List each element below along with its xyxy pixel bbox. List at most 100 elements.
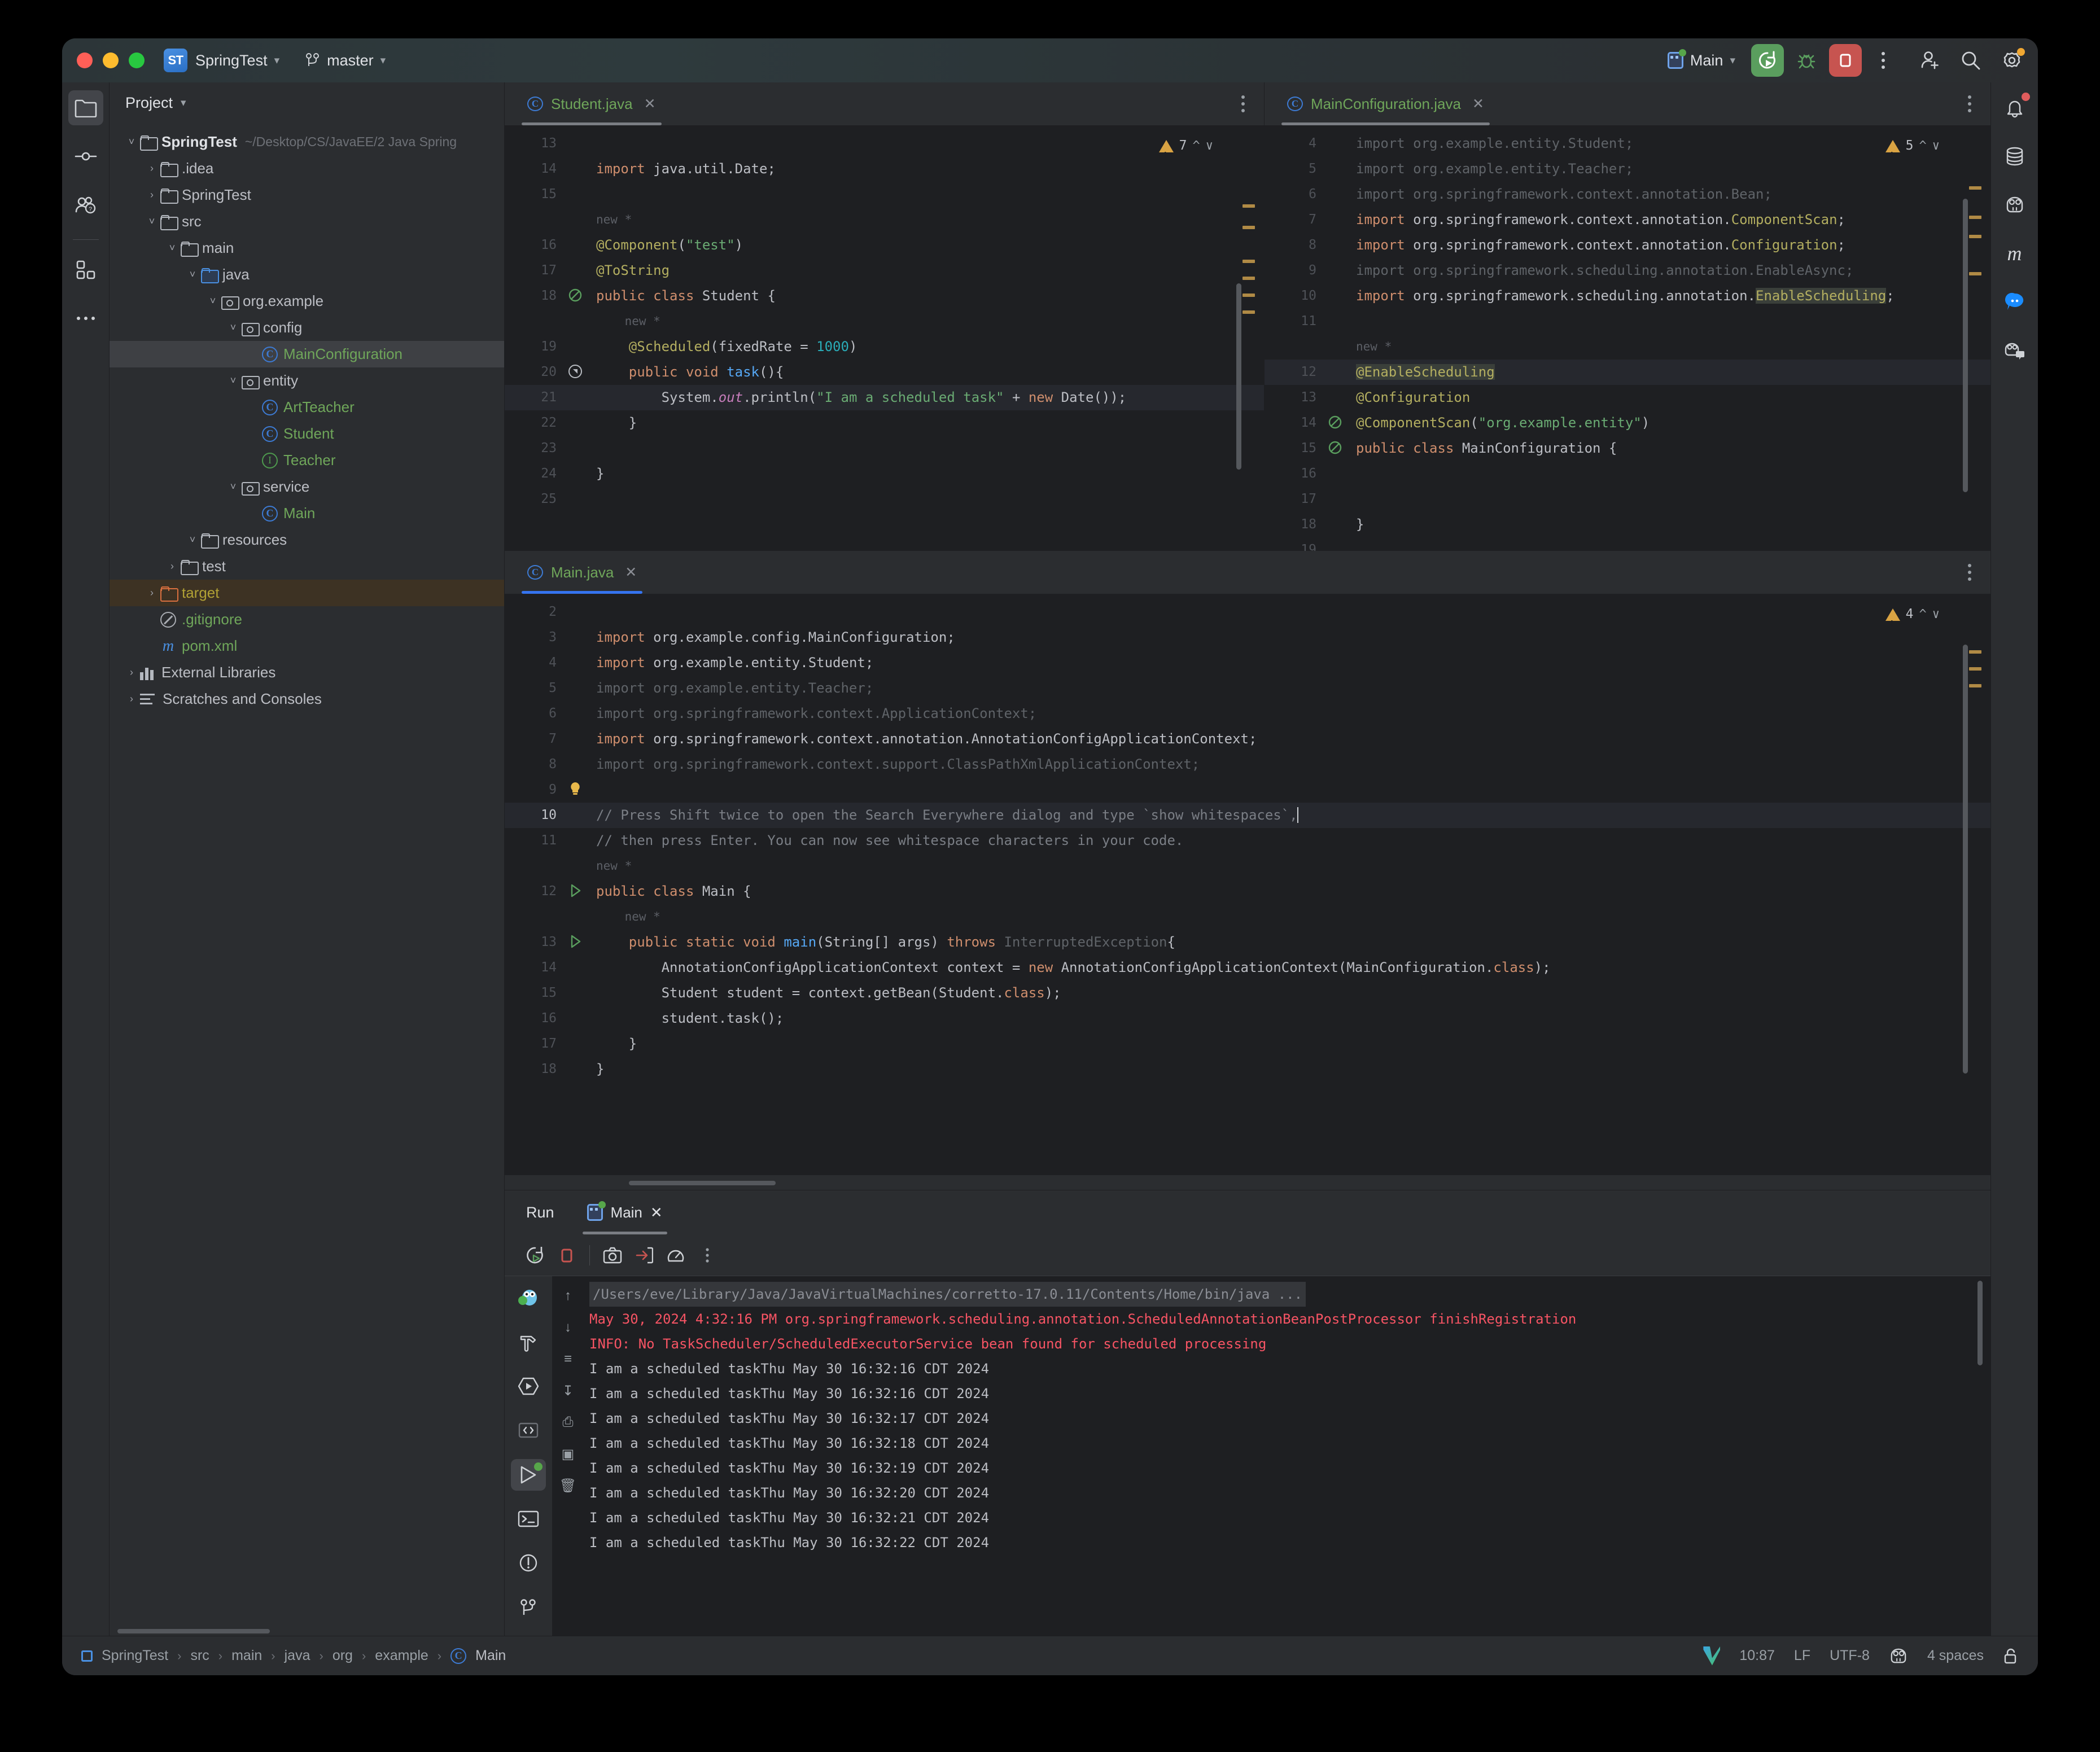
file-encoding[interactable]: UTF-8 — [1830, 1648, 1870, 1664]
editor-options-icon[interactable] — [1968, 564, 1971, 581]
close-icon[interactable]: ✕ — [644, 95, 656, 112]
editor-options-icon[interactable] — [1968, 95, 1971, 112]
terminal-icon[interactable] — [511, 1503, 546, 1535]
expand-arrow-icon[interactable]: ˅ — [143, 216, 160, 227]
intention-bulb-icon[interactable] — [569, 782, 581, 796]
tree-node-main[interactable]: CMain — [110, 500, 504, 527]
breadcrumb-item[interactable]: java — [285, 1648, 310, 1664]
tree-node--idea[interactable]: ›.idea — [110, 155, 504, 182]
breadcrumb-item[interactable]: example — [375, 1648, 428, 1664]
plugins-icon[interactable] — [68, 252, 103, 287]
breadcrumb-item[interactable]: src — [190, 1648, 209, 1664]
stop-icon[interactable] — [551, 1239, 583, 1271]
tree-node-springtest[interactable]: ˅SpringTest~/Desktop/CS/JavaEE/2 Java Sp… — [110, 129, 504, 155]
commit-icon[interactable] — [68, 139, 103, 174]
close-icon[interactable]: ✕ — [650, 1204, 663, 1221]
breadcrumb-item[interactable]: main — [231, 1648, 262, 1664]
expand-arrow-icon[interactable]: › — [123, 667, 140, 678]
version-control-icon[interactable] — [511, 1592, 546, 1623]
vcs-branch-icon[interactable] — [1703, 1646, 1720, 1666]
method-gutter-icon[interactable] — [568, 364, 583, 379]
more-tool-windows-icon[interactable] — [68, 301, 103, 336]
more-actions-icon[interactable] — [1872, 52, 1895, 69]
tree-node-pom-xml[interactable]: mpom.xml — [110, 633, 504, 659]
bean-gutter-icon[interactable] — [1328, 415, 1342, 430]
editor-horizontal-scrollbar[interactable] — [629, 1181, 776, 1185]
expand-arrow-icon[interactable]: ˅ — [225, 481, 242, 493]
lock-icon[interactable] — [2003, 1648, 2019, 1665]
bean-gutter-icon[interactable] — [568, 288, 583, 303]
clear-all-icon[interactable]: ▣ — [557, 1443, 579, 1465]
more-vertical-icon[interactable] — [692, 1239, 723, 1271]
chat-bubble-icon[interactable] — [1997, 284, 2032, 319]
code-with-me-icon[interactable] — [1997, 333, 2032, 368]
maximize-window-button[interactable] — [129, 52, 145, 68]
close-icon[interactable]: ✕ — [625, 564, 637, 581]
expand-arrow-icon[interactable] — [245, 348, 262, 360]
tree-node-service[interactable]: ˅service — [110, 474, 504, 500]
tab-mainconfiguration-java[interactable]: C MainConfiguration.java ✕ — [1275, 82, 1497, 125]
tree-node-springtest[interactable]: ›SpringTest — [110, 182, 504, 208]
expand-arrow-icon[interactable]: ˅ — [225, 375, 242, 387]
inspection-widget-main[interactable]: 4 ^ ∨ — [1885, 602, 1940, 627]
next-problem-icon[interactable]: ∨ — [1932, 133, 1940, 159]
previous-problem-icon[interactable]: ^ — [1919, 602, 1927, 627]
scroll-to-end-icon[interactable]: ↧ — [557, 1380, 579, 1401]
print-icon[interactable]: ⎙ — [557, 1412, 579, 1433]
build-hammer-icon[interactable] — [511, 1326, 546, 1357]
run-configuration-selector[interactable]: Main ▾ — [1661, 49, 1742, 73]
editor-scrollbar-mainconfig[interactable] — [1963, 199, 1968, 492]
tree-node-teacher[interactable]: ITeacher — [110, 447, 504, 474]
expand-arrow-icon[interactable] — [143, 640, 160, 652]
problems-icon[interactable] — [511, 1547, 546, 1579]
trash-icon[interactable]: 🗑 — [557, 1475, 579, 1496]
soft-wrap-icon[interactable]: ≡ — [557, 1348, 579, 1370]
add-user-icon[interactable] — [1919, 50, 1941, 71]
breadcrumb-item[interactable]: SpringTest — [102, 1648, 168, 1664]
close-window-button[interactable] — [77, 52, 93, 68]
scroll-down-icon[interactable]: ↓ — [557, 1317, 579, 1338]
tree-node-org-example[interactable]: ˅org.example — [110, 288, 504, 314]
expand-arrow-icon[interactable]: ˅ — [184, 269, 201, 281]
project-panel-header[interactable]: Project ▾ — [110, 82, 504, 123]
inspection-widget-student[interactable]: 7 ^ ∨ — [1159, 133, 1213, 159]
tree-node--gitignore[interactable]: .gitignore — [110, 606, 504, 633]
rerun-icon[interactable] — [519, 1239, 551, 1271]
code-editor-student[interactable]: 7 ^ ∨ 1314import java.util.Date;15new *1… — [505, 125, 1264, 551]
run-gutter-icon[interactable] — [569, 934, 583, 949]
editor-scrollbar-main[interactable] — [1963, 645, 1968, 1074]
line-separator[interactable]: LF — [1794, 1648, 1810, 1664]
project-tree[interactable]: ˅SpringTest~/Desktop/CS/JavaEE/2 Java Sp… — [110, 123, 504, 1623]
project-horizontal-scrollbar[interactable] — [117, 1629, 270, 1633]
profiler-icon[interactable] — [660, 1239, 692, 1271]
expand-arrow-icon[interactable]: › — [123, 693, 140, 705]
expand-arrow-icon[interactable]: ˅ — [184, 534, 201, 546]
tree-node-mainconfiguration[interactable]: CMainConfiguration — [110, 341, 504, 367]
run-gutter-icon[interactable] — [569, 883, 583, 898]
tree-node-src[interactable]: ˅src — [110, 208, 504, 235]
expand-arrow-icon[interactable] — [245, 401, 262, 413]
breadcrumb-item[interactable]: org — [333, 1648, 353, 1664]
expand-arrow-icon[interactable]: ˅ — [225, 322, 242, 334]
ai-assistant-icon[interactable] — [1997, 187, 2032, 222]
database-icon[interactable] — [1997, 139, 2032, 174]
project-name-selector[interactable]: SpringTest ▾ — [187, 49, 287, 73]
notifications-bell-icon[interactable] — [1997, 90, 2032, 125]
branch-selector[interactable]: master ▾ — [298, 49, 393, 73]
expand-arrow-icon[interactable]: › — [164, 560, 181, 572]
run-tab-main[interactable]: Main ✕ — [577, 1190, 673, 1234]
tree-node-test[interactable]: ›test — [110, 553, 504, 580]
next-problem-icon[interactable]: ∨ — [1206, 133, 1213, 159]
caret-position[interactable]: 10:87 — [1739, 1648, 1775, 1664]
tree-node-config[interactable]: ˅config — [110, 314, 504, 341]
expand-arrow-icon[interactable]: › — [143, 587, 160, 599]
inspection-widget-mainconfig[interactable]: 5 ^ ∨ — [1885, 133, 1940, 159]
next-problem-icon[interactable]: ∨ — [1932, 602, 1940, 627]
expand-arrow-icon[interactable]: › — [143, 163, 160, 174]
structure-icon[interactable] — [511, 1414, 546, 1446]
expand-arrow-icon[interactable] — [245, 454, 262, 466]
indent-setting[interactable]: 4 spaces — [1927, 1648, 1984, 1664]
editor-scrollbar-student[interactable] — [1236, 283, 1241, 470]
run-button[interactable] — [1751, 44, 1784, 77]
console-output[interactable]: /Users/eve/Library/Java/JavaVirtualMachi… — [584, 1276, 1990, 1636]
